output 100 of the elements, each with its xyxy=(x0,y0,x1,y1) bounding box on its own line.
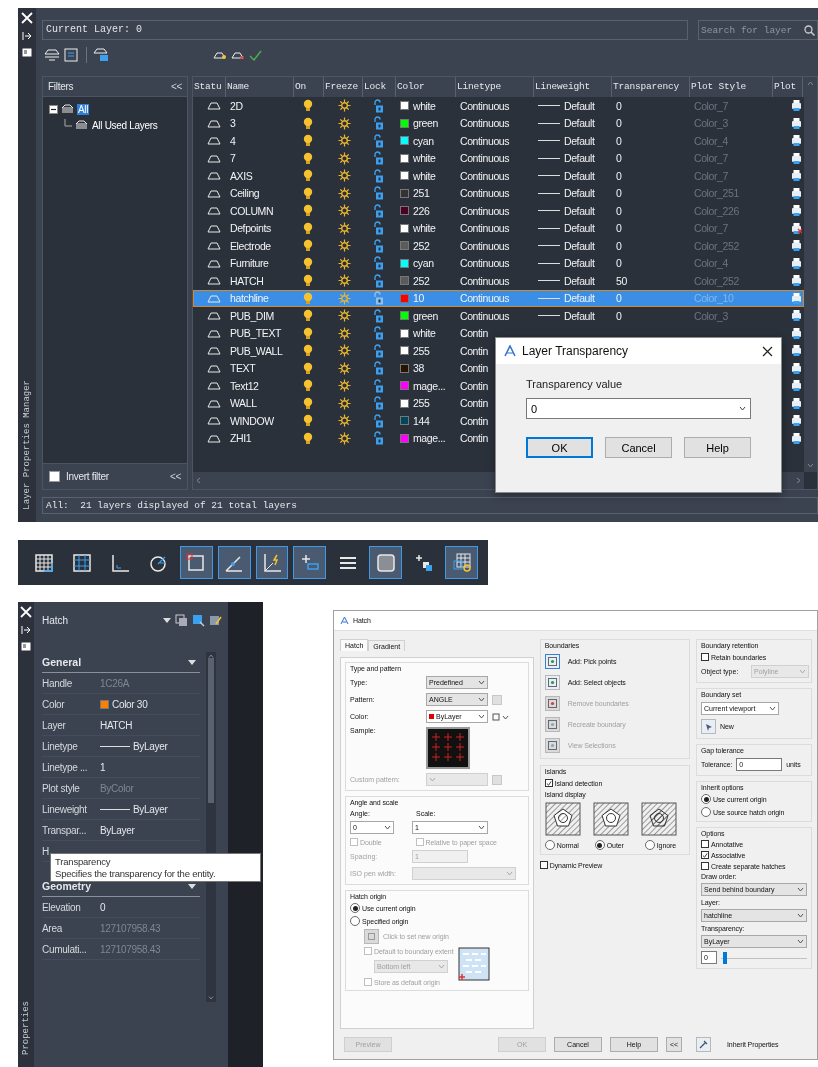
transparency-text: 0 xyxy=(616,187,622,200)
linetype-text: Continuous xyxy=(460,117,510,130)
layer-name: WALL xyxy=(230,397,257,410)
color-name: mage... xyxy=(413,432,446,445)
plot-style-text: Color_252 xyxy=(694,239,739,252)
lineweight-text: Default xyxy=(564,292,595,305)
layer-name: Furniture xyxy=(230,257,269,270)
property-label: Area xyxy=(42,922,64,934)
field-label: Transparency value xyxy=(526,378,624,390)
layer-name: hatchline xyxy=(230,292,269,305)
plot-style-text: Color_3 xyxy=(694,309,728,322)
layer-name: 2D xyxy=(230,99,243,112)
color-name: green xyxy=(413,309,438,322)
plot-style-text: Color_4 xyxy=(694,134,728,147)
linetype-text: Contin xyxy=(460,397,488,410)
layer-name: Ceiling xyxy=(230,187,260,200)
layer-name: COLUMN xyxy=(230,204,274,217)
linetype-text: Continuous xyxy=(460,187,510,200)
linetype-text: Contin xyxy=(460,379,488,392)
linetype-text: Continuous xyxy=(460,292,510,305)
property-label: Layer xyxy=(42,719,67,731)
linetype-text: Continuous xyxy=(460,222,510,235)
color-name: 144 xyxy=(413,414,430,427)
transparency-text: 0 xyxy=(616,309,622,322)
layer-name: 4 xyxy=(230,134,236,147)
layer-name: AXIS xyxy=(230,169,253,182)
linetype-text: Contin xyxy=(460,362,488,375)
property-label: Linetype ... xyxy=(42,761,89,773)
lineweight-text: Default xyxy=(564,117,595,130)
color-name: 251 xyxy=(413,187,430,200)
color-name: 252 xyxy=(413,274,430,287)
plot-style-text: Color_226 xyxy=(694,204,739,217)
panel-title: Layer Properties Manager xyxy=(22,380,32,510)
plot-style-text: Color_7 xyxy=(694,222,728,235)
linetype-text: Contin xyxy=(460,344,488,357)
layer-name: PUB_TEXT xyxy=(230,327,282,340)
property-value: ByLayer xyxy=(100,824,135,836)
property-value: 127107958.43 xyxy=(100,943,161,955)
property-label: Plot style xyxy=(42,782,81,794)
linetype-text: Continuous xyxy=(460,239,510,252)
plot-style-text: Color_7 xyxy=(694,169,728,182)
layer-name: ZHI1 xyxy=(230,432,252,445)
transparency-text: 0 xyxy=(616,99,622,112)
panel-title: Properties xyxy=(21,1001,31,1055)
color-name: 10 xyxy=(413,292,424,305)
property-value: HATCH xyxy=(100,719,133,731)
plot-style-text: Color_251 xyxy=(694,187,739,200)
linetype-text: Continuous xyxy=(460,309,510,322)
layer-name: PUB_WALL xyxy=(230,344,283,357)
transparency-text: 0 xyxy=(616,257,622,270)
transparency-text: 0 xyxy=(616,222,622,235)
color-name: 252 xyxy=(413,239,430,252)
property-label: Color xyxy=(42,698,66,710)
property-label: Handle xyxy=(42,677,73,689)
color-name: 226 xyxy=(413,204,430,217)
dialog-title: Layer Transparency xyxy=(522,344,630,358)
layer-name: WINDOW xyxy=(230,414,274,427)
color-name: white xyxy=(413,222,436,235)
layer-name: 3 xyxy=(230,117,236,130)
color-name: 255 xyxy=(413,344,430,357)
color-name: white xyxy=(413,99,436,112)
linetype-text: Continuous xyxy=(460,257,510,270)
linetype-text: Contin xyxy=(460,327,488,340)
property-value: 0 xyxy=(100,901,106,913)
layer-name: HATCH xyxy=(230,274,264,287)
color-name: white xyxy=(413,152,436,165)
transparency-text: 50 xyxy=(616,274,627,287)
tooltip-text: Specifies the transparency for the entity. xyxy=(55,868,217,879)
property-value: 1 xyxy=(100,761,106,773)
linetype-text: Continuous xyxy=(460,99,510,112)
layer-name: Electrode xyxy=(230,239,271,252)
property-label: Cumulati... xyxy=(42,943,88,955)
lineweight-text: Default xyxy=(564,187,595,200)
color-name: mage... xyxy=(413,379,446,392)
lineweight-text: Default xyxy=(564,239,595,252)
property-value: 1C26A xyxy=(100,677,130,689)
layer-name: Text12 xyxy=(230,379,259,392)
color-name: 255 xyxy=(413,397,430,410)
linetype-text: Continuous xyxy=(460,152,510,165)
property-label: Elevation xyxy=(42,901,82,913)
layer-name: TEXT xyxy=(230,362,256,375)
linetype-text: Contin xyxy=(460,414,488,427)
transparency-text: 0 xyxy=(616,239,622,252)
property-value: 127107958.43 xyxy=(100,922,161,934)
layer-name: PUB_DIM xyxy=(230,309,274,322)
transparency-text: 0 xyxy=(616,169,622,182)
section-title: Geometry xyxy=(42,880,92,892)
lineweight-text: Default xyxy=(564,152,595,165)
layer-name: Defpoints xyxy=(230,222,271,235)
linetype-text: Continuous xyxy=(460,274,510,287)
transparency-text: 0 xyxy=(616,117,622,130)
property-label: Transpar... xyxy=(42,824,88,836)
checkbox-label: Invert filter xyxy=(66,471,110,482)
plot-style-text: Color_4 xyxy=(694,257,728,270)
property-value: ByLayer xyxy=(133,740,168,752)
property-label: Linetype xyxy=(42,740,79,752)
property-label: Lineweight xyxy=(42,803,88,815)
property-value: Color 30 xyxy=(112,698,148,710)
transparency-text: 0 xyxy=(616,204,622,217)
lineweight-text: Default xyxy=(564,204,595,217)
